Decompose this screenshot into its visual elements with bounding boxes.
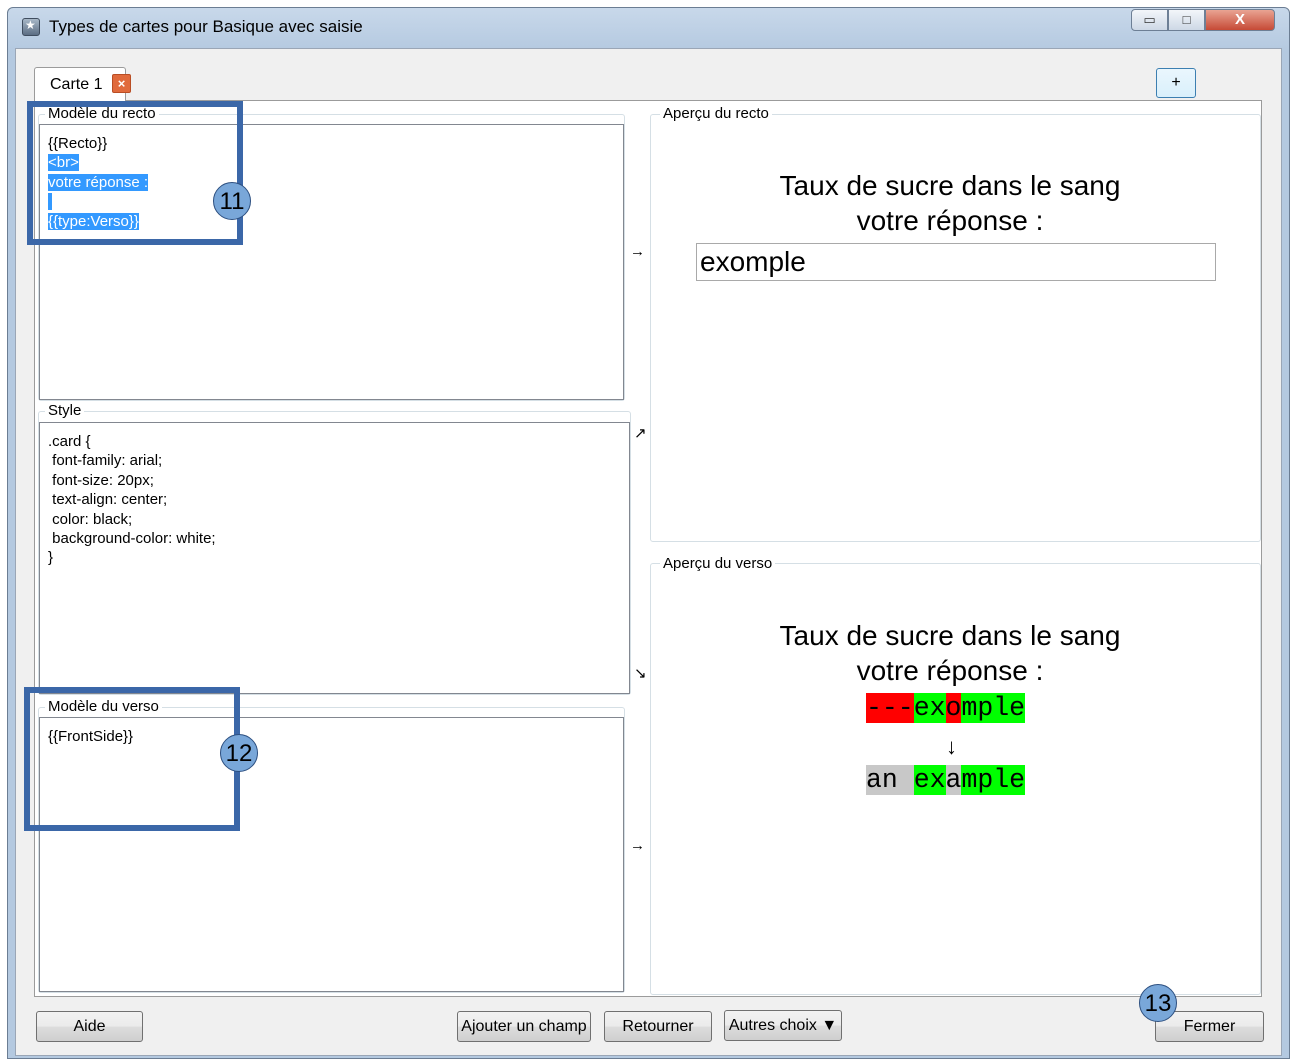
back-preview-prompt: votre réponse :: [856, 655, 1044, 686]
back-preview-legend: Aperçu du verso: [660, 555, 776, 572]
minimize-button[interactable]: ▭: [1131, 9, 1168, 31]
diff-extra: an: [866, 765, 914, 795]
front-arrow-icon: →: [630, 243, 645, 260]
editor-line: }: [48, 549, 54, 567]
answer-input[interactable]: exomple: [696, 243, 1216, 281]
editor-line: font-size: 20px;: [48, 471, 154, 489]
back-arrow-icon: →: [630, 837, 645, 854]
callout-badge-13: 13: [1139, 984, 1177, 1022]
diff-correct: ex: [913, 765, 946, 795]
front-preview-question: Taux de sucre dans le sang: [779, 170, 1121, 201]
diff-correct: ex: [913, 693, 946, 723]
back-preview-question: Taux de sucre dans le sang: [779, 620, 1121, 651]
diff-correct: mple: [961, 765, 1026, 795]
down-arrow-icon: ↓: [946, 734, 957, 759]
style-up-arrow-icon: ↗: [634, 425, 647, 442]
callout-badge-12: 12: [220, 734, 258, 772]
callout-badge-11: 11: [213, 182, 251, 220]
tab-close-icon[interactable]: ×: [112, 74, 131, 93]
app-icon: [22, 18, 40, 36]
editor-line: text-align: center;: [48, 491, 168, 509]
front-preview-prompt: votre réponse :: [856, 205, 1044, 236]
diff-missing: ---: [866, 693, 914, 723]
flip-button[interactable]: Retourner: [604, 1011, 712, 1042]
editor-line: .card {: [48, 433, 91, 450]
style-down-arrow-icon: ↘: [634, 665, 647, 682]
maximize-button[interactable]: □: [1168, 9, 1205, 31]
window-title: Types de cartes pour Basique avec saisie: [49, 17, 363, 36]
editor-line: font-family: arial;: [48, 452, 163, 470]
help-button[interactable]: Aide: [36, 1011, 143, 1042]
diff-extra: a: [945, 765, 962, 795]
front-preview-legend: Aperçu du recto: [660, 105, 772, 122]
more-options-button[interactable]: Autres choix ▼: [724, 1010, 842, 1041]
callout-box-11: [27, 101, 243, 245]
editor-line: color: black;: [48, 510, 133, 528]
add-card-button[interactable]: +: [1156, 68, 1196, 98]
style-legend: Style: [45, 402, 85, 419]
style-editor[interactable]: .card { font-family: arial; font-size: 2…: [39, 422, 630, 694]
diff-correct: mple: [961, 693, 1026, 723]
typed-answer-diff: ---exomple: [866, 692, 1026, 724]
tab-label: Carte 1: [50, 76, 103, 93]
callout-box-12: [24, 687, 240, 831]
add-field-button[interactable]: Ajouter un champ: [457, 1011, 591, 1042]
expected-answer-diff: an example: [866, 764, 1026, 796]
diff-wrong: o: [945, 693, 962, 723]
window-close-button[interactable]: X: [1205, 9, 1275, 31]
editor-line: background-color: white;: [48, 530, 216, 548]
